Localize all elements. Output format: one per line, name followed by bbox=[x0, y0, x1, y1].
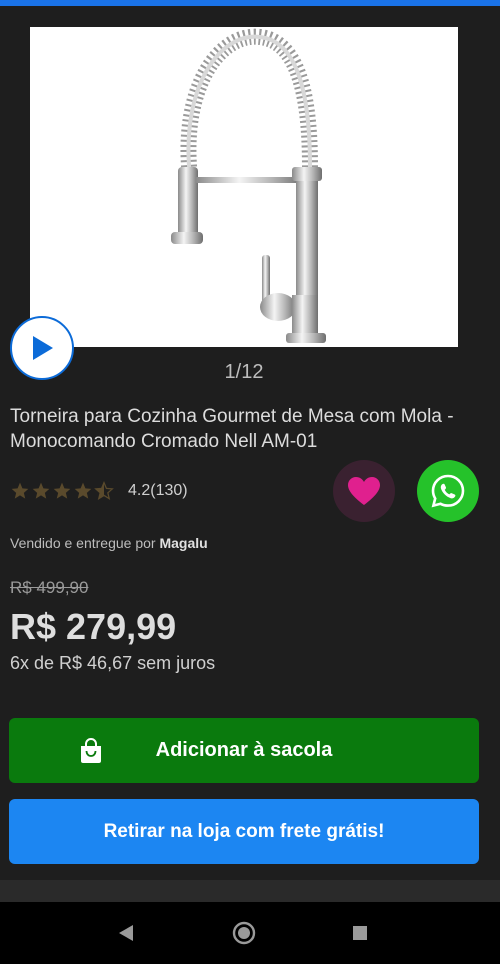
seller-prefix: Vendido e entregue por bbox=[10, 535, 160, 551]
seller-name[interactable]: Magalu bbox=[159, 535, 207, 551]
home-button[interactable] bbox=[232, 921, 256, 945]
add-to-bag-label: Adicionar à sacola bbox=[155, 739, 333, 761]
half-star-icon bbox=[94, 481, 114, 501]
home-circle-icon bbox=[232, 921, 256, 945]
add-to-bag-button[interactable]: Adicionar à sacola bbox=[9, 718, 479, 783]
star-icon bbox=[32, 482, 50, 499]
store-pickup-label: Retirar na loja com frete grátis! bbox=[103, 820, 385, 842]
recents-button[interactable] bbox=[348, 921, 372, 945]
seller-info: Vendido e entregue por Magalu bbox=[10, 535, 208, 551]
rating-text: 4.2(130) bbox=[128, 482, 188, 499]
product-rating[interactable]: 4.2(130) bbox=[10, 480, 188, 502]
star-icon bbox=[53, 482, 71, 499]
play-icon bbox=[33, 336, 53, 360]
product-image[interactable] bbox=[30, 27, 458, 347]
star-icon bbox=[11, 482, 29, 499]
back-button[interactable] bbox=[114, 921, 138, 945]
image-counter: 1/12 bbox=[224, 361, 264, 383]
back-triangle-icon bbox=[119, 925, 133, 941]
faucet-image bbox=[171, 28, 326, 343]
whatsapp-icon bbox=[431, 474, 465, 508]
heart-icon bbox=[348, 477, 380, 505]
system-navigation-bar bbox=[0, 902, 500, 964]
whatsapp-share-button[interactable] bbox=[417, 460, 479, 522]
old-price: R$ 499,90 bbox=[10, 578, 89, 597]
section-divider bbox=[0, 880, 500, 902]
favorite-button[interactable] bbox=[333, 460, 395, 522]
recents-square-icon bbox=[353, 926, 367, 940]
rating-stars bbox=[10, 481, 114, 501]
shopping-bag-icon bbox=[81, 738, 101, 763]
star-icon bbox=[74, 482, 92, 499]
installments-info: 6x de R$ 46,67 sem juros bbox=[10, 653, 216, 673]
store-pickup-button[interactable]: Retirar na loja com frete grátis! bbox=[9, 799, 479, 864]
current-price: R$ 279,99 bbox=[10, 606, 177, 647]
top-accent-bar bbox=[0, 0, 500, 6]
product-title: Torneira para Cozinha Gourmet de Mesa co… bbox=[10, 406, 454, 452]
